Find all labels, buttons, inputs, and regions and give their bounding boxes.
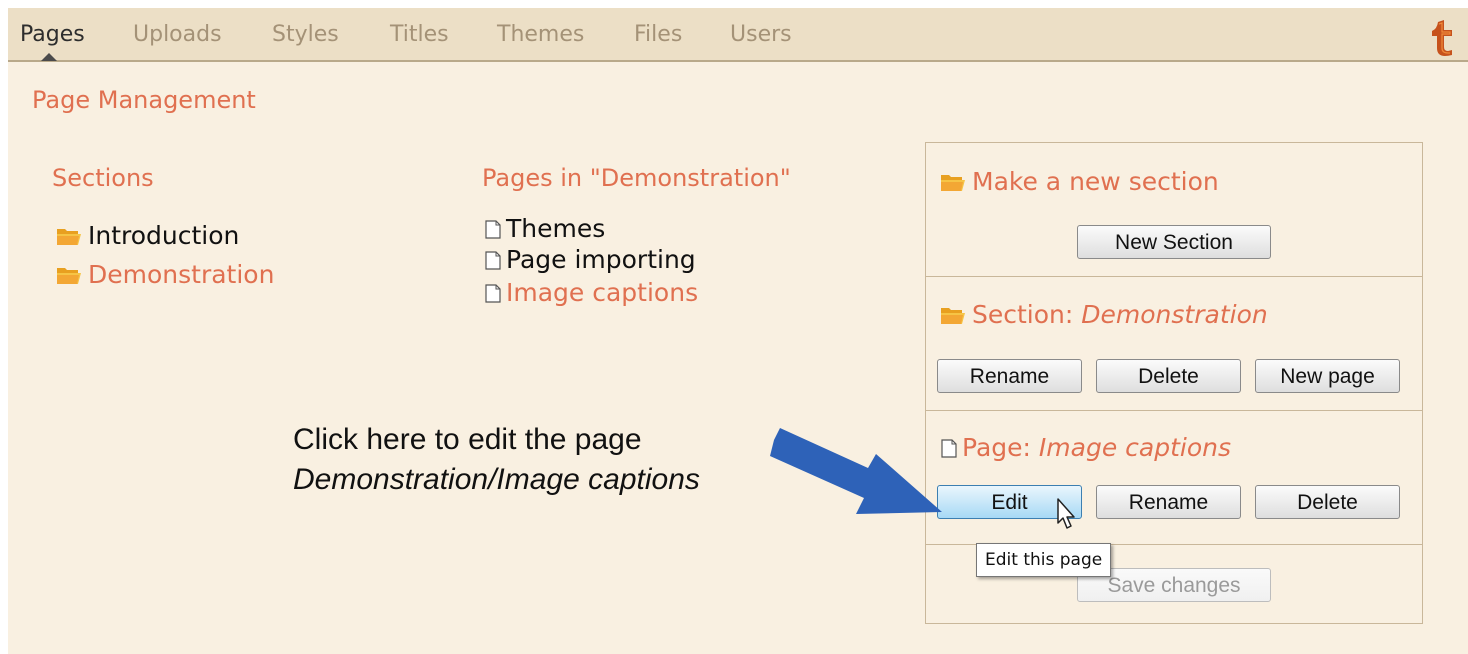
- annotation-arrow-icon: [770, 428, 942, 514]
- page-item-themes[interactable]: Themes: [484, 214, 605, 243]
- page-heading: Page: Image captions: [940, 433, 1231, 462]
- page-label: Page importing: [506, 245, 696, 274]
- page-label: Image captions: [506, 278, 699, 307]
- edit-tooltip: Edit this page: [976, 543, 1112, 577]
- section-name: Demonstration: [1081, 300, 1268, 329]
- mouse-cursor-icon: [1057, 498, 1075, 529]
- tab-themes[interactable]: Themes: [497, 22, 584, 47]
- divider: [926, 276, 1422, 277]
- section-item-demonstration[interactable]: Demonstration: [56, 260, 274, 289]
- tab-styles[interactable]: Styles: [272, 22, 339, 47]
- divider: [926, 410, 1422, 411]
- sections-title: Sections: [52, 164, 154, 192]
- section-label: Introduction: [88, 221, 240, 250]
- pages-title: Pages in "Demonstration": [482, 164, 791, 192]
- page-label: Themes: [506, 214, 606, 243]
- page-icon: [485, 250, 501, 270]
- annotation-line-1: Click here to edit the page: [293, 423, 642, 456]
- page-title: Page Management: [32, 86, 256, 114]
- page-name: Image captions: [1038, 433, 1231, 462]
- rename-section-button[interactable]: Rename: [937, 359, 1082, 393]
- delete-section-button[interactable]: Delete: [1096, 359, 1241, 393]
- folder-icon: [57, 228, 81, 245]
- delete-page-button[interactable]: Delete: [1255, 485, 1400, 519]
- tab-files[interactable]: Files: [634, 22, 682, 47]
- tab-bar: Pages Uploads Styles Titles Themes Files…: [8, 8, 1468, 62]
- app-frame: Pages Uploads Styles Titles Themes Files…: [8, 8, 1468, 654]
- annotation-line-2: Demonstration/Image captions: [293, 463, 700, 496]
- section-label: Demonstration: [88, 260, 275, 289]
- page-icon: [485, 219, 501, 239]
- page-item-image-captions[interactable]: Image captions: [484, 278, 698, 307]
- section-heading: Section: Demonstration: [940, 300, 1268, 329]
- page-icon: [485, 283, 501, 303]
- folder-icon: [57, 267, 81, 284]
- annotation-text: Click here to edit the page Demonstratio…: [293, 420, 700, 500]
- page-item-page-importing[interactable]: Page importing: [484, 245, 696, 274]
- new-section-heading: Make a new section: [940, 167, 1219, 196]
- new-section-button[interactable]: New Section: [1077, 225, 1271, 259]
- tab-titles[interactable]: Titles: [390, 22, 449, 47]
- app-logo-icon[interactable]: [1429, 20, 1455, 56]
- tab-users[interactable]: Users: [730, 22, 792, 47]
- tab-uploads[interactable]: Uploads: [133, 22, 222, 47]
- active-tab-indicator: [41, 53, 57, 61]
- tab-pages[interactable]: Pages: [20, 22, 85, 47]
- new-page-button[interactable]: New page: [1255, 359, 1400, 393]
- rename-page-button[interactable]: Rename: [1096, 485, 1241, 519]
- section-item-introduction[interactable]: Introduction: [56, 221, 239, 250]
- folder-icon: [941, 174, 965, 191]
- folder-icon: [941, 307, 965, 324]
